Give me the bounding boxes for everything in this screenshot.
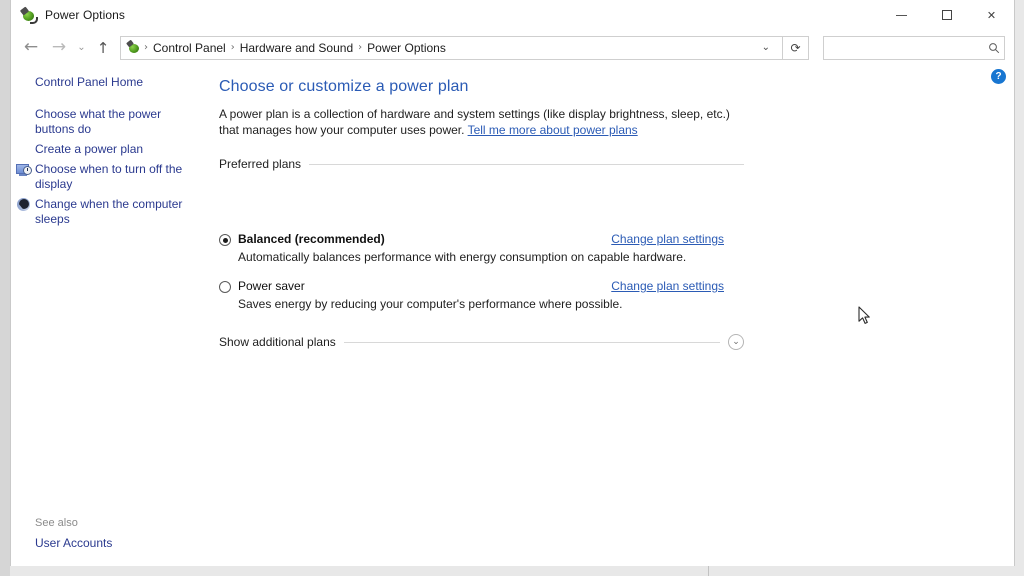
breadcrumb-power-plug-icon [126,39,141,55]
chevron-down-icon[interactable]: ⌄ [728,334,744,350]
minimize-icon [896,14,907,16]
tell-me-more-link[interactable]: Tell me more about power plans [468,123,638,137]
see-also-link-user-accounts[interactable]: User Accounts [35,536,112,550]
desktop-divider [708,566,709,576]
power-plan-balanced: Balanced (recommended) Automatically bal… [219,232,744,265]
maximize-button[interactable] [924,0,969,30]
sidebar-item-turn-off-display[interactable]: Choose when to turn off the display [11,162,207,192]
change-plan-settings-balanced[interactable]: Change plan settings [611,232,724,246]
power-plan-description: Automatically balances performance with … [238,250,687,264]
navigation-bar: ← → ⌄ ↑ › Control Panel › Hardware and S… [11,31,1014,64]
section-divider [343,341,720,343]
window-controls: ✕ [879,0,1014,30]
sidebar-item-label: Create a power plan [35,142,144,156]
power-plan-name: Balanced (recommended) [238,232,385,246]
close-icon: ✕ [986,8,997,22]
title-bar: Power Options ✕ [11,0,1014,31]
preferred-plans-label: Preferred plans [219,157,302,171]
show-additional-plans-label: Show additional plans [219,335,336,349]
breadcrumb[interactable]: › Control Panel › Hardware and Sound › P… [120,35,783,60]
sidebar: Control Panel Home Choose what the power… [11,64,207,566]
recent-locations-button[interactable]: ⌄ [73,35,90,61]
sidebar-item-create-power-plan[interactable]: Create a power plan [11,142,159,157]
page-title: Choose or customize a power plan [219,78,469,95]
close-button[interactable]: ✕ [969,0,1014,30]
see-also-label: See also [35,517,78,529]
show-additional-plans-row[interactable]: Show additional plans ⌄ [219,334,744,350]
back-button[interactable]: ← [17,35,45,61]
refresh-button[interactable]: ⟳ [783,35,809,60]
preferred-plans-header: Preferred plans [219,157,744,171]
search-icon [983,42,1004,54]
sidebar-item-label: Choose what the power buttons do [35,107,162,136]
breadcrumb-item-power-options[interactable]: Power Options [363,41,450,55]
search-input[interactable] [824,40,984,55]
sidebar-item-computer-sleeps[interactable]: Change when the computer sleeps [11,197,207,227]
window-title: Power Options [45,8,126,22]
content-area: ? Control Panel Home Choose what the pow… [11,64,1014,566]
sidebar-item-choose-power-buttons[interactable]: Choose what the power buttons do [11,107,207,137]
minimize-button[interactable] [879,0,924,30]
breadcrumb-dropdown-icon[interactable]: ⌄ [754,42,778,53]
power-options-window: Power Options ✕ ← → ⌄ ↑ › Control Panel … [10,0,1015,566]
sidebar-item-label: Change when the computer sleeps [35,197,183,226]
page-description: A power plan is a collection of hardware… [219,106,744,138]
sidebar-item-control-panel-home[interactable]: Control Panel Home [11,75,159,90]
maximize-icon [941,10,952,20]
forward-button[interactable]: → [45,35,73,61]
power-plan-power-saver: Power saver Saves energy by reducing you… [219,279,744,312]
power-plan-description: Saves energy by reducing your computer's… [238,297,623,311]
search-box[interactable] [823,35,1005,60]
sidebar-item-label: Choose when to turn off the display [35,162,183,191]
sleep-moon-icon [16,197,32,213]
breadcrumb-item-hardware-and-sound[interactable]: Hardware and Sound [236,41,357,55]
display-clock-icon [16,162,32,178]
up-button[interactable]: ↑ [90,35,116,61]
section-divider [309,163,744,165]
desktop-background: Power Options ✕ ← → ⌄ ↑ › Control Panel … [0,0,1024,576]
change-plan-settings-power-saver[interactable]: Change plan settings [611,279,724,293]
power-plan-name: Power saver [238,279,305,293]
main-pane: Choose or customize a power plan A power… [207,64,1014,566]
radio-balanced[interactable] [219,234,231,246]
power-plug-icon [19,5,38,24]
breadcrumb-item-control-panel[interactable]: Control Panel [149,41,230,55]
radio-power-saver[interactable] [219,281,231,293]
desktop-left-strip [0,0,10,576]
